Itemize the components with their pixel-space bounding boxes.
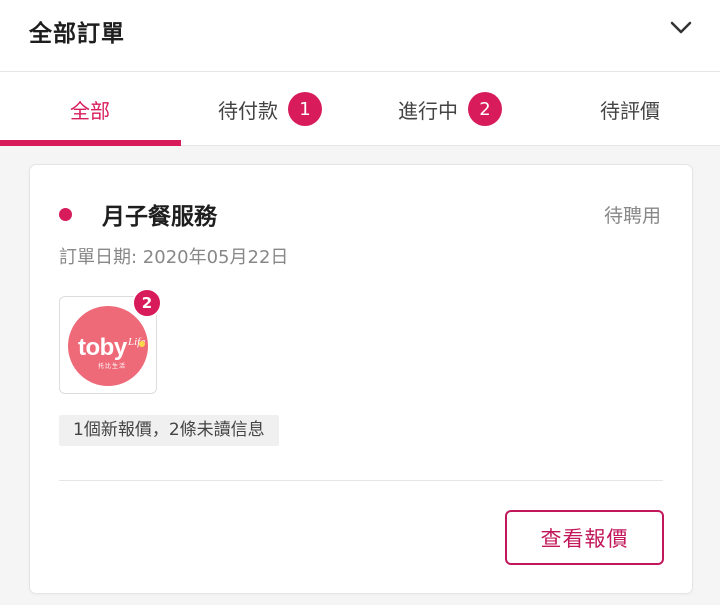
tab-all[interactable]: 全部 bbox=[0, 72, 180, 146]
tab-label: 待付款 bbox=[218, 98, 278, 123]
tab-pending-payment[interactable]: 待付款 1 bbox=[180, 72, 360, 146]
tab-label: 待評價 bbox=[600, 98, 660, 123]
order-status: 待聘用 bbox=[603, 205, 661, 227]
logo-text: toby bbox=[78, 334, 127, 361]
service-name: 月子餐服務 bbox=[102, 204, 217, 230]
divider bbox=[59, 480, 663, 481]
chevron-down-icon[interactable] bbox=[664, 14, 698, 42]
order-card[interactable]: 月子餐服務 待聘用 訂單日期: 2020年05月22日 toby Life 托比… bbox=[30, 165, 692, 593]
count-badge: 2 bbox=[468, 92, 502, 126]
active-tab-indicator bbox=[0, 140, 181, 146]
view-quote-button[interactable]: 查看報價 bbox=[505, 510, 664, 565]
page-title: 全部訂單 bbox=[29, 21, 125, 47]
unread-badge: 2 bbox=[132, 288, 162, 318]
tab-pending-review[interactable]: 待評價 bbox=[540, 72, 720, 146]
order-date: 訂單日期: 2020年05月22日 bbox=[59, 247, 289, 268]
status-dot bbox=[59, 208, 72, 221]
tab-label: 全部 bbox=[70, 98, 110, 123]
tab-in-progress[interactable]: 進行中 2 bbox=[360, 72, 540, 146]
logo-tag: 托比生活 bbox=[98, 363, 127, 370]
page-header: 全部訂單 bbox=[0, 0, 720, 72]
vendor-logo: toby Life 托比生活 bbox=[68, 306, 148, 386]
logo-dot bbox=[139, 341, 145, 347]
order-tabs: 全部 待付款 1 進行中 2 待評價 bbox=[0, 72, 720, 146]
tab-label: 進行中 bbox=[398, 98, 458, 123]
message-summary: 1個新報價，2條未讀信息 bbox=[59, 415, 279, 446]
count-badge: 1 bbox=[288, 92, 322, 126]
